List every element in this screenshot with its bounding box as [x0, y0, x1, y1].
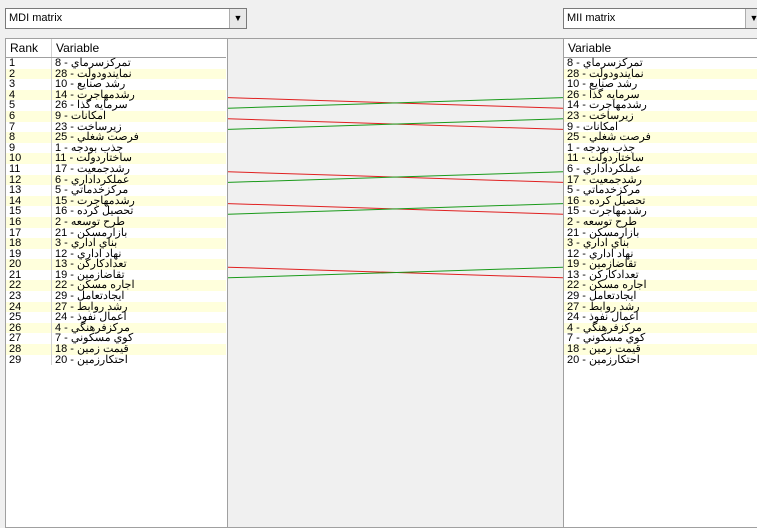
chevron-down-icon[interactable]: ▼: [229, 9, 246, 28]
table-row[interactable]: 29 احتكارزمين - 20: [6, 354, 226, 366]
variable-cell: احتكارزمين - 20: [51, 354, 226, 366]
mdi-matrix-select-value: MDI matrix: [9, 12, 63, 24]
mii-ranking-list[interactable]: Variable تمركزسرماي - 8 نمايندودولت - 28 ر…: [563, 38, 757, 528]
table-row[interactable]: 16 طرح توسعه - 2: [6, 217, 226, 228]
rank-cell: 16: [6, 217, 52, 228]
mdi-matrix-select[interactable]: MDI matrix ▼: [5, 8, 247, 29]
variable-cell: احتكارزمين - 20: [564, 354, 757, 366]
rank-shift-lines: [227, 97, 564, 279]
mii-ranking-table: Variable تمركزسرماي - 8 نمايندودولت - 28 ر…: [564, 39, 757, 366]
rank-cell: 11: [6, 164, 52, 175]
table-row[interactable]: 5 سرمايه گذا - 26: [6, 100, 226, 111]
table-row[interactable]: احتكارزمين - 20: [564, 354, 757, 366]
table-row[interactable]: 11 رشدجمعيت - 17: [6, 164, 226, 175]
table-row[interactable]: طرح توسعه - 2: [564, 217, 757, 228]
mii-matrix-select-value: MII matrix: [567, 12, 616, 24]
variable-cell: تمركزسرماي - 8: [564, 57, 757, 69]
variable-cell: عملكرداداري - 6: [564, 164, 757, 175]
rank-cell: 6: [6, 111, 52, 122]
table-row[interactable]: تمركزسرماي - 8: [564, 57, 757, 69]
variable-column-header[interactable]: Variable: [564, 39, 757, 58]
variable-cell: امكانات - 9: [51, 111, 226, 122]
mdi-ranking-list[interactable]: Rank Variable 1 تمركزسرماي - 8 2 نمايندودول…: [5, 38, 228, 528]
rank-cell: 29: [6, 354, 52, 366]
mdi-ranking-table: Rank Variable 1 تمركزسرماي - 8 2 نمايندودول…: [6, 39, 226, 366]
chevron-down-icon[interactable]: ▼: [745, 9, 757, 28]
mii-matrix-select[interactable]: MII matrix ▼: [563, 8, 757, 29]
variable-column-header[interactable]: Variable: [51, 39, 226, 58]
table-row[interactable]: عملكرداداري - 6: [564, 164, 757, 175]
variable-cell: طرح توسعه - 2: [564, 217, 757, 228]
rank-column-header[interactable]: Rank: [6, 39, 52, 58]
variable-cell: رشدجمعيت - 17: [51, 164, 226, 175]
variable-cell: تمركزسرماي - 8: [51, 57, 226, 69]
rank-cell: 1: [6, 57, 52, 69]
variable-cell: زيرساخت - 23: [564, 111, 757, 122]
table-row[interactable]: زيرساخت - 23: [564, 111, 757, 122]
table-row[interactable]: 1 تمركزسرماي - 8: [6, 57, 226, 69]
table-row[interactable]: 6 امكانات - 9: [6, 111, 226, 122]
variable-cell: طرح توسعه - 2: [51, 217, 226, 228]
